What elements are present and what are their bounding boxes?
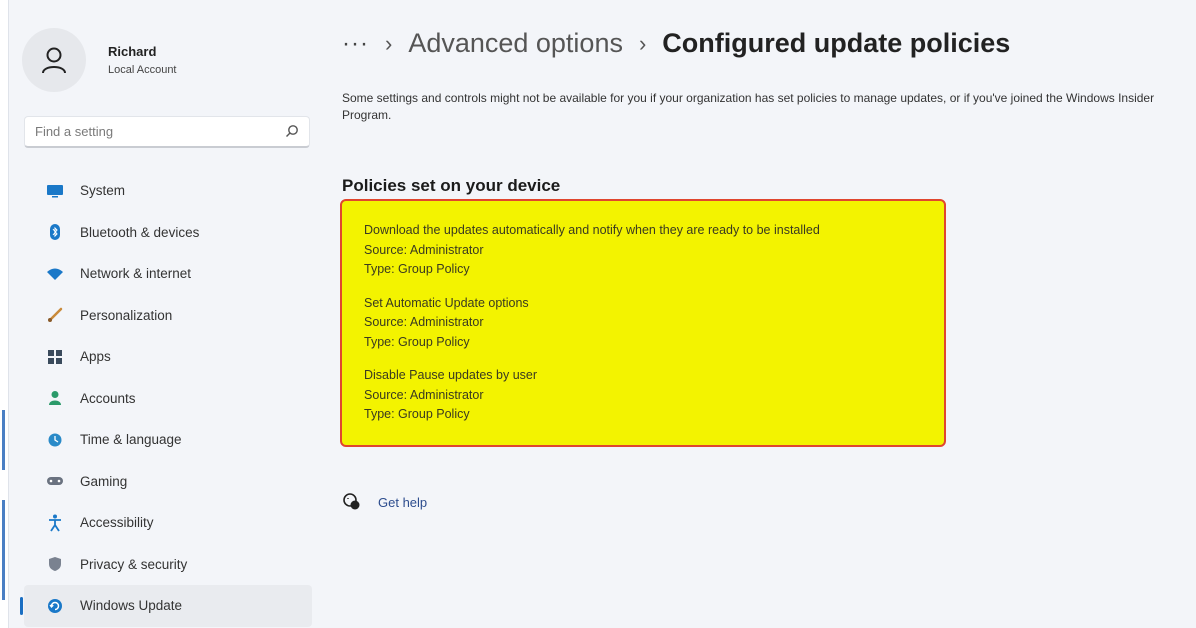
sidebar-item-system[interactable]: System [24,170,312,212]
wifi-icon [44,263,66,285]
policies-highlight-box: Download the updates automatically and n… [340,199,946,447]
breadcrumb-advanced-options-link[interactable]: Advanced options [408,28,623,59]
sidebar: Richard Local Account System Bluetooth &… [12,0,312,628]
sidebar-item-label: Personalization [80,307,173,323]
breadcrumb-overflow-button[interactable]: ··· [342,30,369,58]
sidebar-item-label: Privacy & security [80,556,188,572]
main-content: ··· › Advanced options › Configured upda… [340,0,1182,628]
policy-source: Source: Administrator [364,315,484,329]
brush-icon [44,304,66,326]
person-icon [42,47,66,74]
sidebar-item-bluetooth-devices[interactable]: Bluetooth & devices [24,212,312,254]
policy-name: Download the updates automatically and n… [364,223,820,237]
page-title: Configured update policies [662,28,1011,58]
sidebar-item-windows-update[interactable]: Windows Update [20,585,312,627]
globe-clock-icon [44,429,66,451]
sidebar-item-accessibility[interactable]: Accessibility [24,502,312,544]
policy-entry: Set Automatic Update options Source: Adm… [364,294,922,353]
shield-icon [44,553,66,575]
policy-type: Type: Group Policy [364,262,470,276]
sidebar-item-accounts[interactable]: Accounts [24,378,312,420]
accessibility-icon [44,512,66,534]
chevron-right-icon: › [638,30,647,56]
policy-type: Type: Group Policy [364,334,470,349]
sidebar-item-label: Time & language [80,432,182,448]
sidebar-item-label: Network & internet [80,266,192,282]
user-profile[interactable]: Richard Local Account [22,28,177,92]
section-title: Policies set on your device [342,176,561,195]
policy-entry: Download the updates automatically and n… [364,221,922,280]
sidebar-item-label: Gaming [80,473,128,489]
policy-source: Source: Administrator [364,242,484,257]
sidebar-item-label: Windows Update [80,598,183,614]
sidebar-item-label: Accounts [80,390,136,406]
sidebar-item-time-language[interactable]: Time & language [24,419,312,461]
policy-name: Set Automatic Update options [364,295,529,310]
apps-icon [44,346,66,368]
sidebar-item-label: Accessibility [80,515,154,531]
window-left-edge [0,0,9,628]
edge-accent-bar [2,500,5,600]
chevron-right-icon: › [384,30,393,56]
sidebar-item-gaming[interactable]: Gaming [24,461,312,503]
edge-accent-bar [2,410,5,470]
bluetooth-icon [44,221,66,243]
breadcrumb: ··· › Advanced options › Configured upda… [342,28,1010,59]
active-indicator [20,597,23,615]
profile-name: Richard [108,44,157,59]
sidebar-item-personalization[interactable]: Personalization [24,295,312,337]
person-icon [44,387,66,409]
search-input[interactable] [25,117,275,145]
get-help-label: Get help [378,494,428,510]
policy-type: Type: Group Policy [364,407,470,421]
search-box[interactable] [24,116,310,148]
sidebar-item-label: Apps [80,349,111,365]
gamepad-icon [44,470,66,492]
monitor-icon [44,180,66,202]
policy-source: Source: Administrator [364,387,484,402]
sidebar-item-label: Bluetooth & devices [80,224,200,240]
sidebar-item-privacy-security[interactable]: Privacy & security [24,544,312,586]
help-chat-icon [343,493,360,510]
avatar[interactable] [22,28,86,92]
get-help-link[interactable]: Get help [342,492,427,512]
sidebar-item-network-internet[interactable]: Network & internet [24,253,312,295]
sidebar-item-apps[interactable]: Apps [24,336,312,378]
profile-account-type: Local Account [108,64,177,76]
policy-name: Disable Pause updates by user [364,368,538,382]
policy-notice-text: Some settings and controls might not be … [342,91,1155,122]
search-icon[interactable] [285,124,299,138]
update-icon [44,595,66,617]
policy-entry: Disable Pause updates by user Source: Ad… [364,366,922,425]
sidebar-item-label: System [80,183,126,199]
nav-list: System Bluetooth & devices Network & int… [20,170,312,627]
